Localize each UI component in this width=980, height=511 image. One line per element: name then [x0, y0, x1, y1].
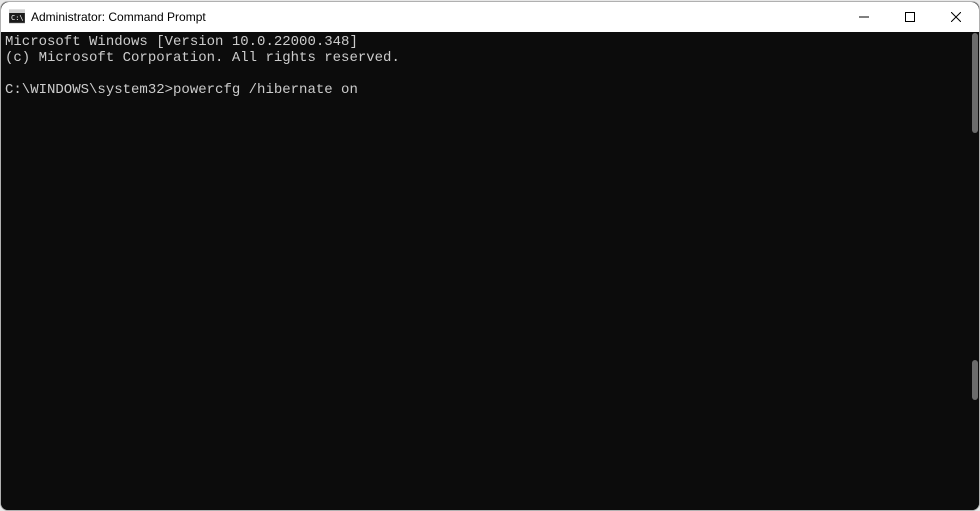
- titlebar[interactable]: C:\ Administrator: Command Prompt: [1, 2, 979, 32]
- scrollbar-thumb[interactable]: [972, 33, 978, 133]
- close-button[interactable]: [933, 2, 979, 32]
- maximize-button[interactable]: [887, 2, 933, 32]
- cmd-icon: C:\: [9, 9, 25, 25]
- window-controls: [841, 2, 979, 32]
- minimize-button[interactable]: [841, 2, 887, 32]
- terminal-output[interactable]: Microsoft Windows [Version 10.0.22000.34…: [1, 32, 979, 510]
- terminal-command: powercfg /hibernate on: [173, 82, 358, 98]
- window-title: Administrator: Command Prompt: [31, 10, 841, 24]
- scrollbar-thumb[interactable]: [972, 360, 978, 400]
- terminal-line: (c) Microsoft Corporation. All rights re…: [5, 50, 400, 66]
- command-prompt-window: C:\ Administrator: Command Prompt Micros…: [0, 1, 980, 511]
- terminal-line: Microsoft Windows [Version 10.0.22000.34…: [5, 34, 358, 50]
- terminal-prompt: C:\WINDOWS\system32>: [5, 82, 173, 98]
- svg-text:C:\: C:\: [11, 14, 24, 22]
